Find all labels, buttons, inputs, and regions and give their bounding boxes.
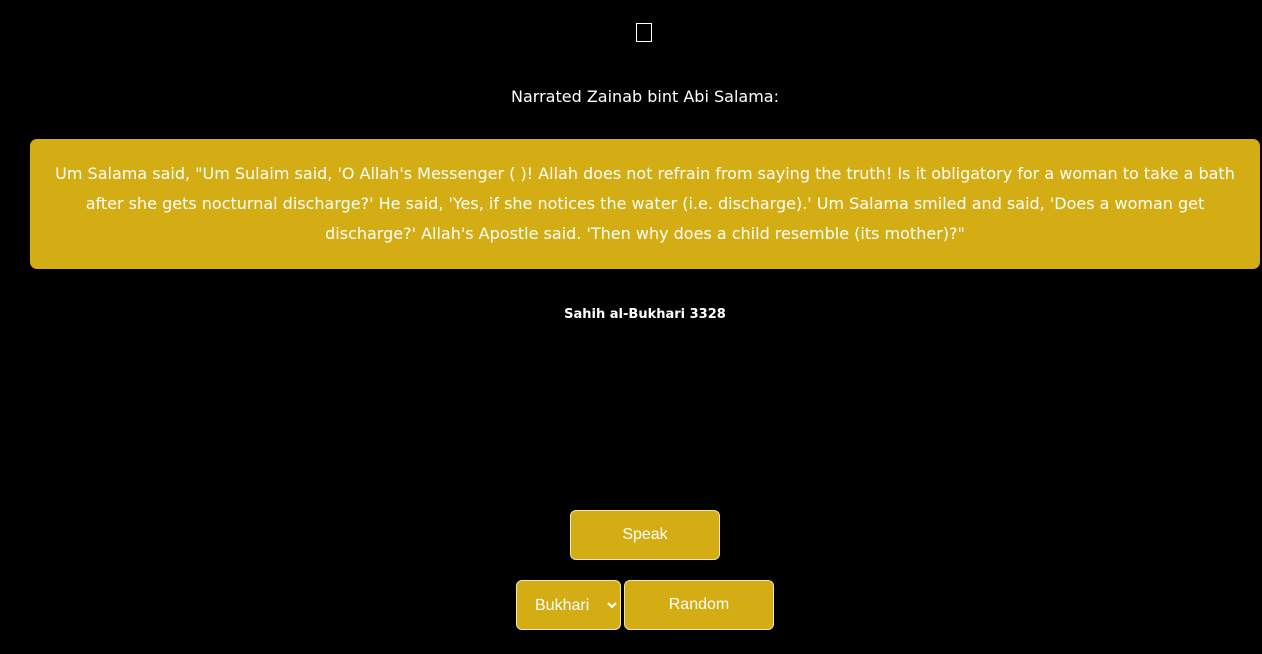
missing-glyph-icon [636,23,652,42]
narrator-line: Narrated Zainab bint Abi Salama: [511,87,779,106]
hadith-text: Um Salama said, "Um Sulaim said, 'O Alla… [55,164,1235,243]
hadith-reference: Sahih al-Bukhari 3328 [564,307,726,322]
collection-select[interactable]: Bukhari [516,580,621,630]
speak-button[interactable]: Speak [570,510,720,560]
random-button[interactable]: Random [624,580,774,630]
hadith-card: Um Salama said, "Um Sulaim said, 'O Alla… [30,139,1260,269]
